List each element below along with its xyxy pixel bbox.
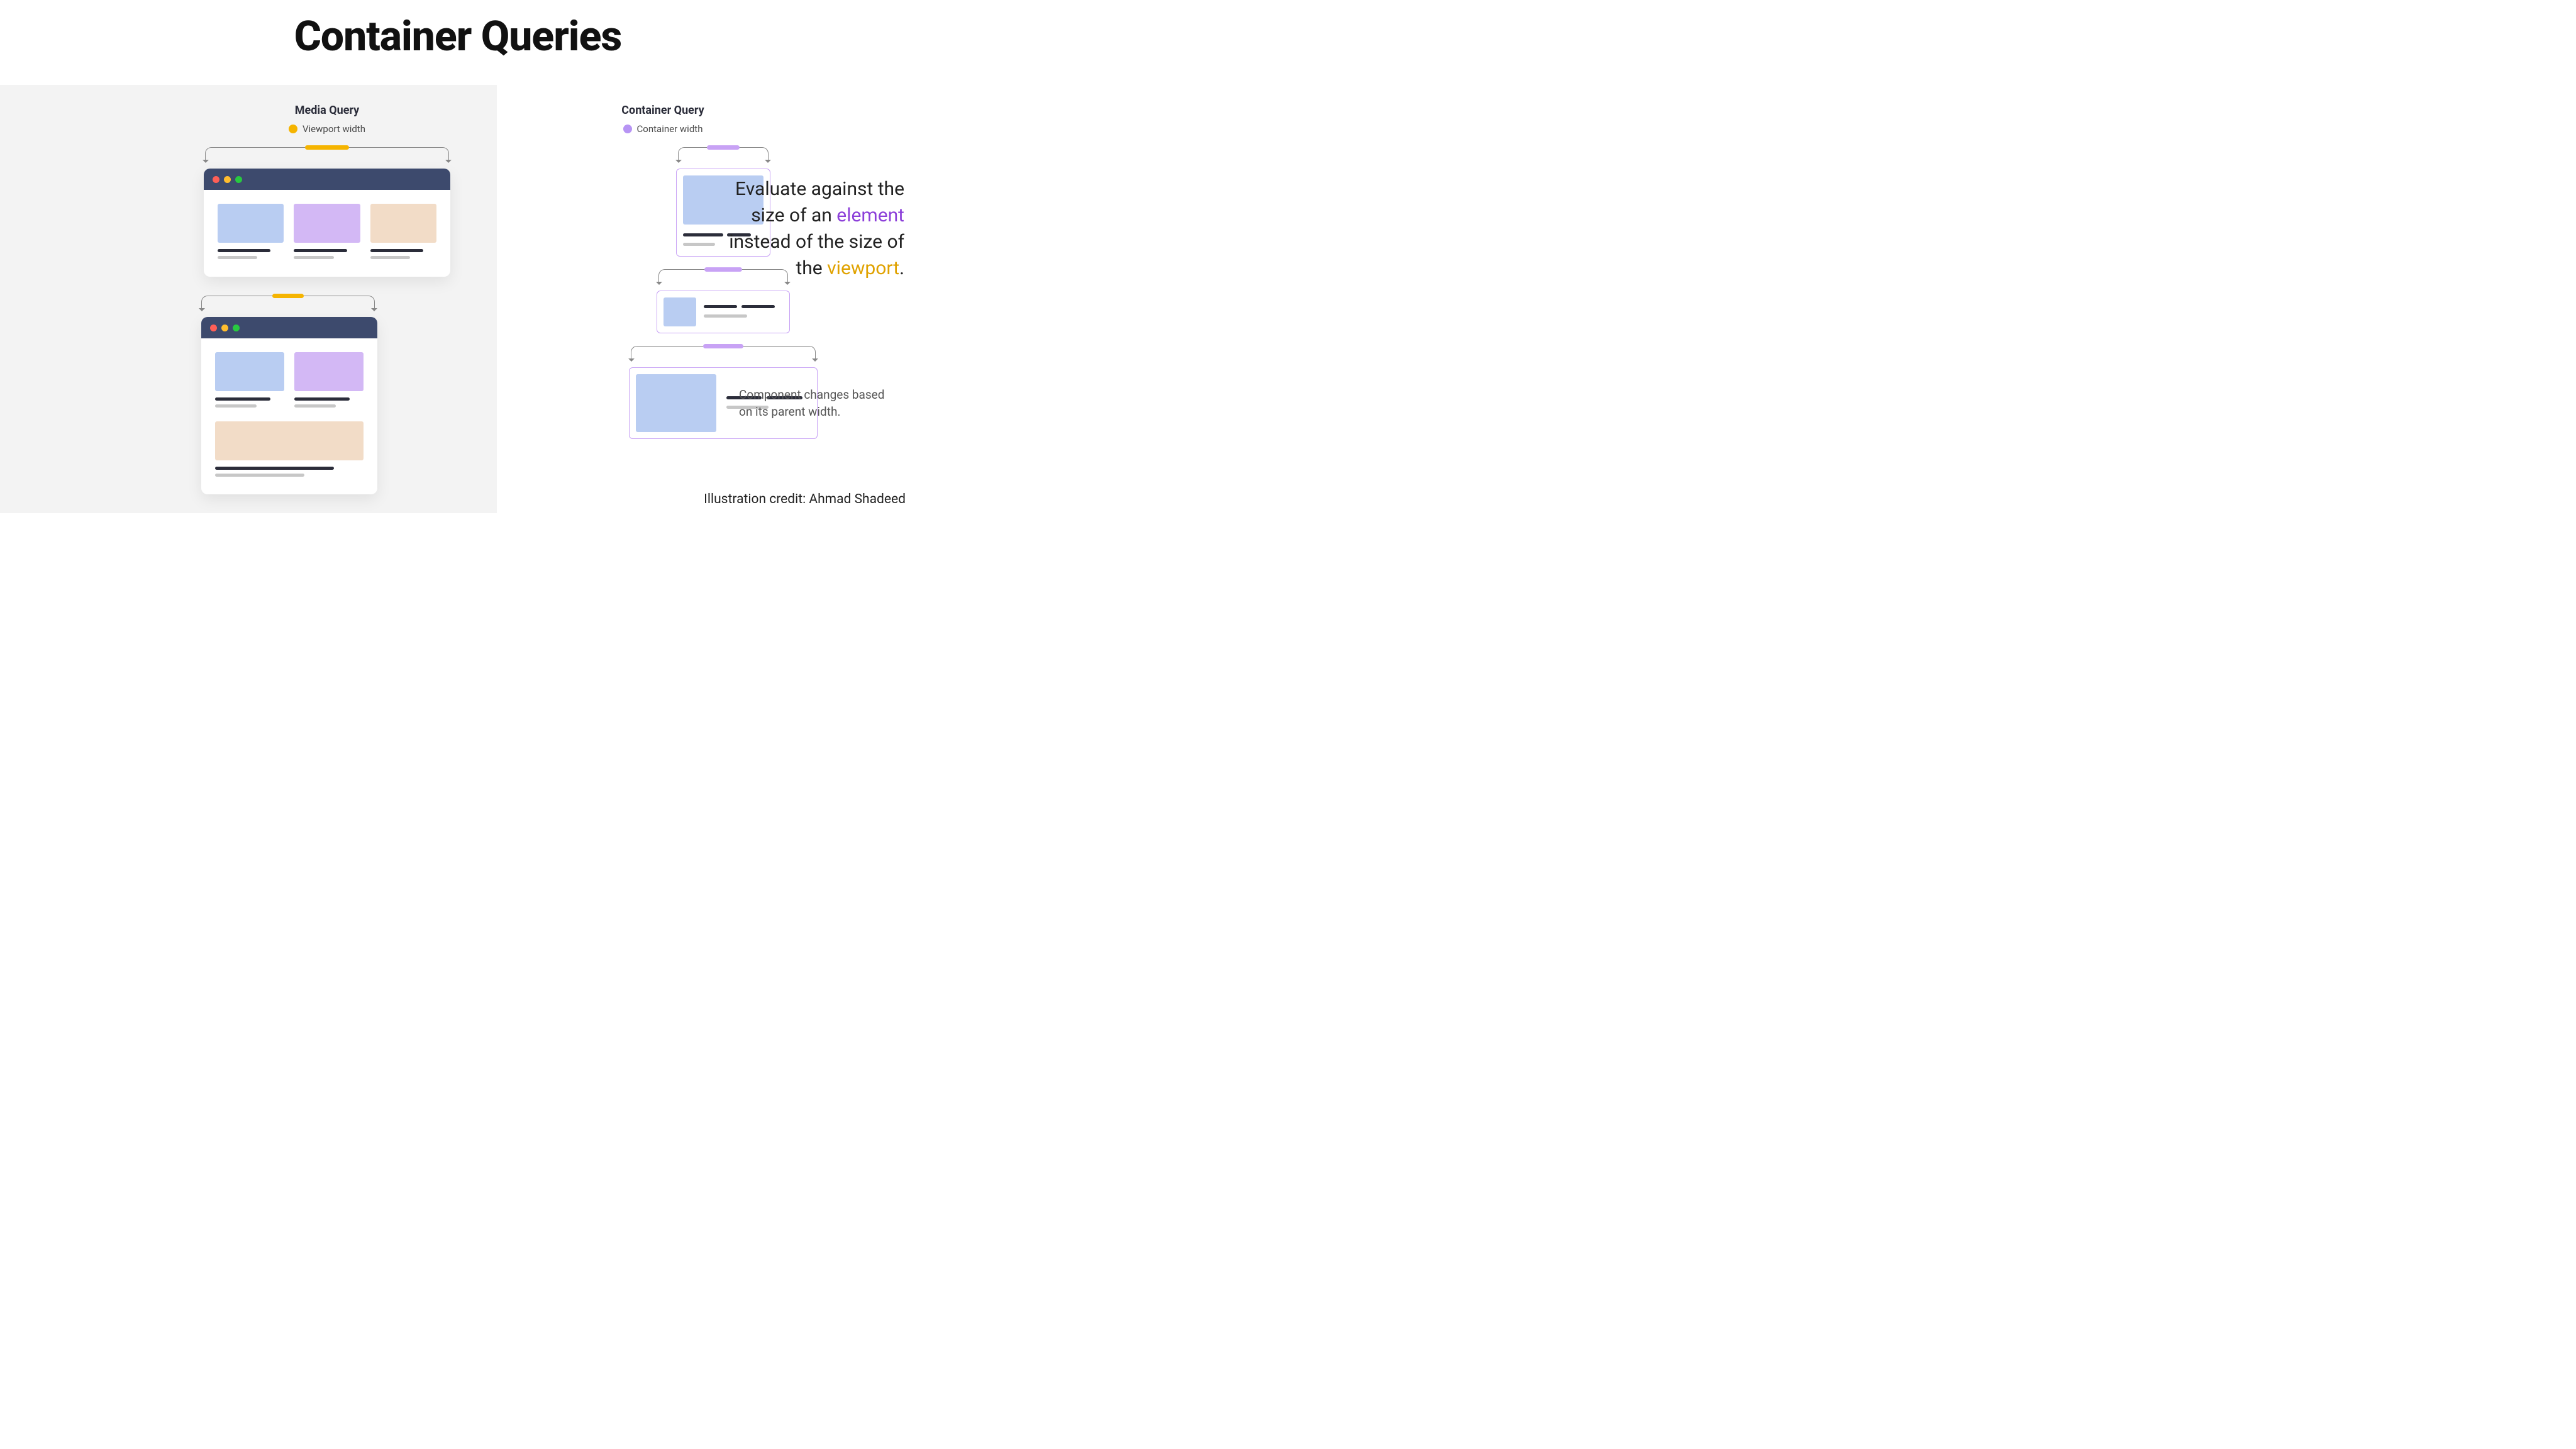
desc-viewport-highlight: viewport bbox=[827, 257, 899, 279]
container-bracket-small bbox=[678, 147, 769, 166]
container-query-heading: Container Query bbox=[531, 104, 795, 117]
maximize-icon bbox=[235, 176, 242, 183]
window-chrome bbox=[201, 317, 377, 338]
page-title: Container Queries bbox=[0, 0, 916, 61]
maximize-icon bbox=[233, 325, 240, 331]
viewport-bracket-narrow bbox=[201, 296, 375, 314]
thumbnail bbox=[663, 297, 696, 326]
card bbox=[294, 204, 360, 263]
card bbox=[294, 352, 364, 411]
card bbox=[218, 204, 284, 263]
viewport-bracket-wide bbox=[205, 147, 449, 166]
illustration-credit: Illustration credit: Ahmad Shadeed bbox=[704, 492, 906, 507]
media-query-legend: Viewport width bbox=[201, 123, 453, 135]
minimize-icon bbox=[221, 325, 228, 331]
diagram-content: Media Query Viewport width bbox=[0, 85, 916, 513]
component-card-medium bbox=[657, 291, 790, 333]
thumbnail bbox=[636, 374, 716, 432]
close-icon bbox=[210, 325, 217, 331]
close-icon bbox=[213, 176, 219, 183]
container-bracket-large bbox=[631, 346, 816, 365]
card bbox=[370, 204, 436, 263]
container-query-legend-text: Container width bbox=[637, 123, 703, 135]
desc-element-highlight: element bbox=[836, 204, 904, 226]
media-query-heading: Media Query bbox=[201, 104, 453, 117]
browser-window-narrow bbox=[201, 317, 377, 494]
minimize-icon bbox=[224, 176, 231, 183]
card bbox=[215, 352, 284, 411]
desc-part3: . bbox=[899, 257, 904, 279]
main-description: Evaluate against the size of an element … bbox=[716, 176, 904, 282]
media-query-legend-text: Viewport width bbox=[303, 123, 365, 135]
window-chrome bbox=[204, 169, 450, 190]
sub-description: Component changes based on its parent wi… bbox=[739, 387, 890, 420]
container-dot-icon bbox=[623, 125, 632, 133]
viewport-dot-icon bbox=[289, 125, 297, 133]
media-query-panel: Media Query Viewport width bbox=[0, 85, 497, 513]
card bbox=[215, 421, 364, 480]
container-query-legend: Container width bbox=[531, 123, 795, 135]
browser-window-wide bbox=[204, 169, 450, 277]
container-query-panel: Container Query Container width bbox=[497, 85, 916, 513]
